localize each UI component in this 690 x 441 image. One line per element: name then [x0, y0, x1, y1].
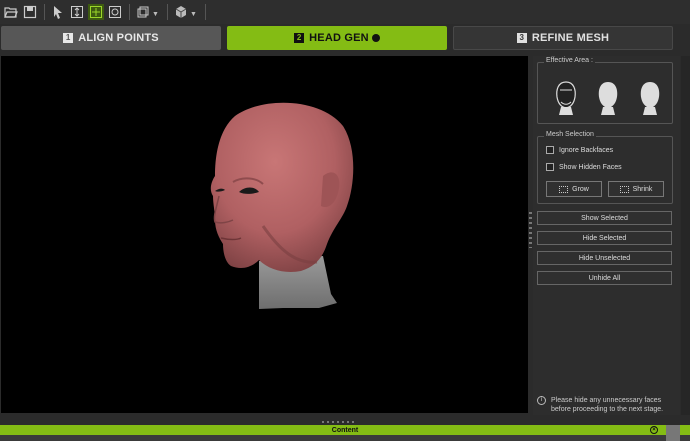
tab-label: HEAD GEN [309, 32, 369, 44]
vertical-splitter[interactable] [529, 212, 532, 248]
tab-label: REFINE MESH [531, 32, 610, 44]
toolbar-divider [166, 4, 168, 20]
ignore-backfaces-option[interactable]: Ignore Backfaces [546, 146, 613, 154]
show-selected-button[interactable]: Show Selected [537, 211, 672, 225]
grow-label: Grow [572, 185, 589, 193]
select-arrow-icon[interactable] [50, 4, 66, 20]
shrink-label: Shrink [632, 185, 653, 193]
show-hidden-faces-option[interactable]: Show Hidden Faces [546, 163, 622, 171]
shrink-icon [619, 185, 629, 193]
face-front-icon[interactable] [553, 80, 579, 116]
content-bar[interactable]: Content × [0, 425, 690, 435]
focus-icon[interactable] [88, 4, 104, 20]
cube-dropdown-icon[interactable]: ▼ [190, 11, 197, 18]
view-mode-icon[interactable] [135, 4, 151, 20]
close-icon[interactable]: × [650, 426, 658, 434]
panel-scrollbar[interactable] [681, 56, 690, 415]
horizontal-splitter[interactable] [322, 421, 354, 423]
cube-icon[interactable] [173, 4, 189, 20]
tab-label: ALIGN POINTS [78, 32, 159, 44]
head-gen-panel: Effective Area : Mesh Selection Ignore B… [533, 56, 680, 415]
effective-area-group: Effective Area : [537, 57, 673, 124]
tab-refine-mesh[interactable]: 3 REFINE MESH [453, 26, 673, 50]
view-mode-dropdown-icon[interactable]: ▼ [152, 11, 159, 18]
tab-number: 1 [63, 33, 74, 43]
toolbar-divider [44, 4, 45, 20]
tab-align-points[interactable]: 1 ALIGN POINTS [1, 26, 221, 50]
bottom-strip [0, 435, 690, 441]
toolbar-divider [204, 4, 206, 20]
unhide-all-button[interactable]: Unhide All [537, 271, 672, 285]
effective-area-title: Effective Area : [544, 57, 595, 64]
show-hidden-faces-checkbox[interactable] [546, 163, 554, 171]
main-toolbar: ▼ ▼ [0, 0, 690, 24]
corner-handle[interactable] [666, 425, 680, 441]
info-line-1: Please hide any unnecessary faces [551, 397, 662, 404]
info-message: i Please hide any unnecessary faces befo… [537, 396, 663, 414]
grow-button[interactable]: Grow [546, 181, 602, 197]
face-side-icon[interactable] [595, 80, 621, 116]
move-icon[interactable] [69, 4, 85, 20]
open-folder-icon[interactable] [3, 4, 19, 20]
ignore-backfaces-checkbox[interactable] [546, 146, 554, 154]
tab-number: 2 [294, 33, 305, 43]
hide-selected-button[interactable]: Hide Selected [537, 231, 672, 245]
frame-icon[interactable] [107, 4, 123, 20]
stage-tabs: 1 ALIGN POINTS 2 HEAD GEN 3 REFINE MESH [0, 26, 690, 51]
grow-icon [559, 185, 569, 193]
content-label: Content [331, 426, 359, 434]
head-model [210, 102, 354, 309]
save-icon[interactable] [22, 4, 38, 20]
ignore-backfaces-label: Ignore Backfaces [559, 146, 614, 154]
full-head-icon[interactable] [637, 80, 663, 116]
info-line-2: before proceeding to the next stage. [551, 406, 664, 413]
shrink-button[interactable]: Shrink [608, 181, 664, 197]
tab-number: 3 [516, 33, 527, 43]
show-hidden-faces-label: Show Hidden Faces [559, 163, 622, 171]
status-dot-icon [371, 34, 380, 42]
3d-viewport[interactable] [1, 56, 528, 413]
mesh-selection-group: Mesh Selection Ignore Backfaces Show Hid… [537, 131, 673, 204]
info-icon: i [537, 396, 546, 405]
mesh-selection-title: Mesh Selection [544, 131, 596, 138]
toolbar-divider [129, 4, 130, 20]
tab-head-gen[interactable]: 2 HEAD GEN [227, 26, 447, 50]
hide-unselected-button[interactable]: Hide Unselected [537, 251, 672, 265]
